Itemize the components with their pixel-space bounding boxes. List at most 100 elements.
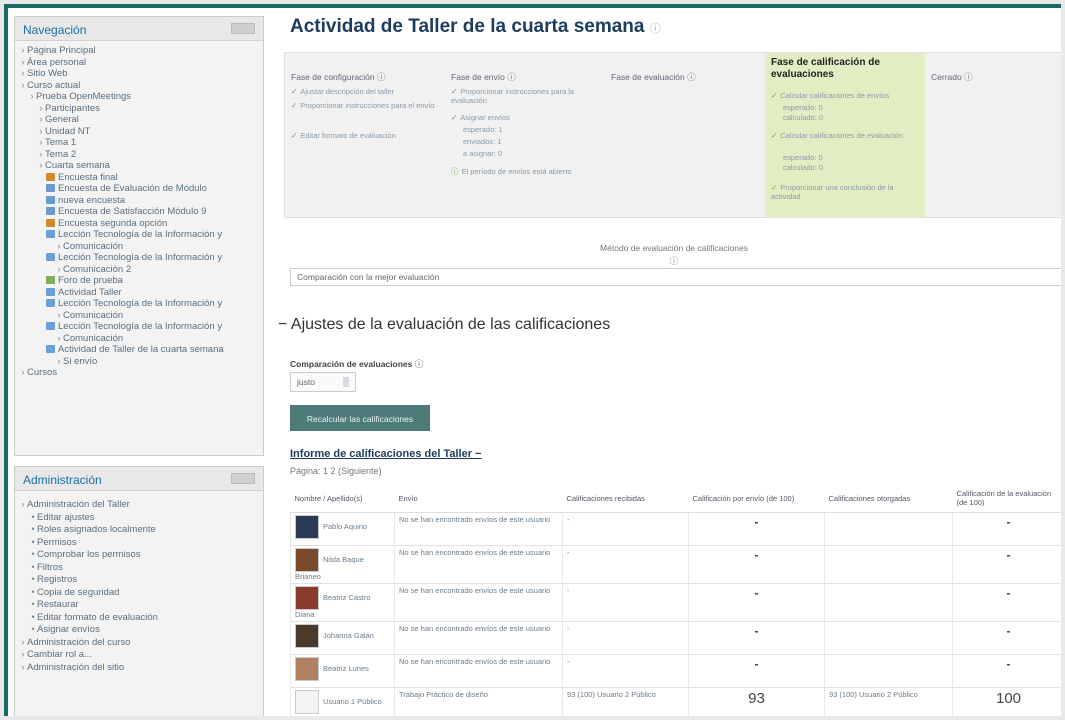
avatar[interactable] xyxy=(295,515,319,539)
nav-item-label: Cursos xyxy=(27,367,58,378)
submission-grade-cell: - xyxy=(688,545,825,584)
nav-item-label: nueva encuesta xyxy=(58,194,126,206)
admin-item-label: Cambiar rol a... xyxy=(27,649,92,660)
dropdown-arrow-icon xyxy=(343,377,349,387)
admin-item[interactable]: • Restaurar xyxy=(19,599,263,612)
submission-cell[interactable]: No se han encontrado envíos de este usua… xyxy=(394,621,563,655)
activity-icon xyxy=(46,184,55,192)
report-title[interactable]: Informe de calificaciones del Taller − xyxy=(290,448,481,460)
admin-item[interactable]: • Asignar envíos xyxy=(19,624,263,637)
submission-cell[interactable]: No se han encontrado envíos de este usua… xyxy=(394,512,563,546)
nav-item[interactable]: › Cursos xyxy=(19,367,263,379)
column-header: Calificaciones otorgadas xyxy=(824,484,953,513)
nav-item[interactable]: › General xyxy=(19,114,263,126)
admin-item-label: Copia de seguridad xyxy=(37,586,120,598)
avatar[interactable] xyxy=(295,548,319,572)
admin-item[interactable]: • Registros xyxy=(19,574,263,587)
nav-item[interactable]: › Comunicación xyxy=(19,241,263,253)
expand-icon: › xyxy=(21,56,25,68)
column-header[interactable]: Nombre / Apellido(s) xyxy=(290,484,395,513)
nav-item[interactable]: › Página Principal xyxy=(19,45,263,57)
admin-item[interactable]: • Roles asignados localmente xyxy=(19,524,263,537)
recalculate-button[interactable]: Recalcular las calificaciones xyxy=(290,405,430,431)
admin-item[interactable]: • Copia de seguridad xyxy=(19,587,263,600)
nav-item[interactable]: Encuesta de Evaluación de Módulo xyxy=(19,183,263,195)
admin-item[interactable]: › Administración del sitio xyxy=(19,662,263,675)
nav-item[interactable]: Foro de prueba xyxy=(19,275,263,287)
submission-cell[interactable]: No se han encontrado envíos de este usua… xyxy=(394,654,563,688)
block-controls-icon[interactable] xyxy=(231,23,255,34)
nav-item[interactable]: Lección Tecnología de la Información y xyxy=(19,321,263,333)
nav-item[interactable]: Encuesta de Satisfacción Módulo 9 xyxy=(19,206,263,218)
admin-item-label: Administración del Taller xyxy=(27,499,130,510)
admin-item[interactable]: • Permisos xyxy=(19,537,263,550)
bullet-icon: • xyxy=(31,524,35,535)
admin-item[interactable]: • Editar ajustes xyxy=(19,512,263,525)
nav-item[interactable]: › Tema 1 xyxy=(19,137,263,149)
nav-item-label: Comunicación 2 xyxy=(63,263,132,275)
nav-item[interactable]: › Sitio Web xyxy=(19,68,263,80)
participant-name[interactable]: Nilda Baque Brianeo xyxy=(290,545,395,584)
activity-icon xyxy=(46,172,55,181)
nav-item[interactable]: › Comunicación xyxy=(19,310,263,322)
admin-item[interactable]: • Filtros xyxy=(19,562,263,575)
nav-item[interactable]: Actividad Taller xyxy=(19,287,263,299)
admin-item[interactable]: • Comprobar los permisos xyxy=(19,549,263,562)
nav-item-label: Encuesta final xyxy=(58,171,118,183)
admin-item-label: Registros xyxy=(37,574,78,585)
nav-item[interactable]: nueva encuesta xyxy=(19,195,263,207)
nav-item[interactable]: › Si envío xyxy=(19,356,263,368)
pagination[interactable]: Página: 1 2 (Siguiente) xyxy=(290,466,382,476)
bullet-icon: › xyxy=(21,499,25,510)
expand-icon: › xyxy=(57,263,61,275)
participant-name[interactable]: Usuario 1 Público xyxy=(290,687,395,716)
nav-item[interactable]: › Curso actual xyxy=(19,80,263,92)
nav-item-label: Comunicación xyxy=(63,332,124,344)
admin-item-label: Restaurar xyxy=(37,599,79,610)
bullet-icon: • xyxy=(31,611,35,623)
avatar[interactable] xyxy=(295,657,319,681)
activity-icon xyxy=(46,218,55,227)
nav-item[interactable]: › Prueba OpenMeetings xyxy=(19,91,263,103)
nav-item[interactable]: Encuesta segunda opción xyxy=(19,218,263,230)
nav-item-label: Tema 2 xyxy=(45,148,77,160)
nav-item[interactable]: Actividad de Taller de la cuarta semana xyxy=(19,344,263,356)
nav-item-label: Actividad Taller xyxy=(58,286,122,298)
comparison-select[interactable]: justo xyxy=(290,372,356,392)
avatar[interactable] xyxy=(295,586,319,610)
participant-name[interactable]: Johanna Galán xyxy=(290,621,395,655)
submission-cell[interactable]: No se han encontrado envíos de este usua… xyxy=(394,545,563,584)
phase-submission: Fase de envío ⓘ ✓ Proporcionar instruccio… xyxy=(451,72,575,176)
nav-item[interactable]: › Unidad NT xyxy=(19,126,263,138)
admin-item[interactable]: › Cambiar rol a... xyxy=(19,649,263,662)
section-header[interactable]: − Ajustes de la evaluación de las califi… xyxy=(278,316,610,334)
nav-item[interactable]: Lección Tecnología de la Información y xyxy=(19,229,263,241)
nav-item[interactable]: › Cuarta semana xyxy=(19,160,263,172)
avatar[interactable] xyxy=(295,624,319,648)
nav-item[interactable]: Lección Tecnología de la Información y xyxy=(19,252,263,264)
nav-item[interactable]: › Comunicación 2 xyxy=(19,264,263,276)
avatar[interactable] xyxy=(295,690,319,714)
help-icon[interactable]: ⓘ xyxy=(284,255,1061,267)
submission-cell[interactable]: No se han encontrado envíos de este usua… xyxy=(394,583,563,622)
participant-name[interactable]: Beatriz Castro Diana xyxy=(290,583,395,622)
admin-item[interactable]: • Editar formato de evaluación xyxy=(19,612,263,625)
block-controls-icon[interactable] xyxy=(231,473,255,484)
participant-name[interactable]: Pablo Aquino xyxy=(290,512,395,546)
column-header[interactable]: Envío xyxy=(394,484,563,513)
bullet-icon: • xyxy=(31,511,35,523)
bullet-icon: › xyxy=(21,661,25,673)
help-icon[interactable]: ⓘ xyxy=(650,23,661,35)
nav-item[interactable]: Lección Tecnología de la Información y xyxy=(19,298,263,310)
nav-item[interactable]: › Tema 2 xyxy=(19,149,263,161)
nav-item[interactable]: › Área personal xyxy=(19,57,263,69)
nav-item[interactable]: Encuesta final xyxy=(19,172,263,184)
nav-item[interactable]: › Participantes xyxy=(19,103,263,115)
navigation-tree: › Página Principal › Área personal › Sitio We… xyxy=(15,41,263,379)
admin-item[interactable]: › Administración del Taller xyxy=(19,499,263,512)
admin-item[interactable]: › Administración del curso xyxy=(19,637,263,650)
nav-item[interactable]: › Comunicación xyxy=(19,333,263,345)
submission-cell[interactable]: Trabajo Práctico de diseño xyxy=(394,687,563,716)
participant-name[interactable]: Beatriz Lunes xyxy=(290,654,395,688)
expand-icon: › xyxy=(21,68,25,79)
